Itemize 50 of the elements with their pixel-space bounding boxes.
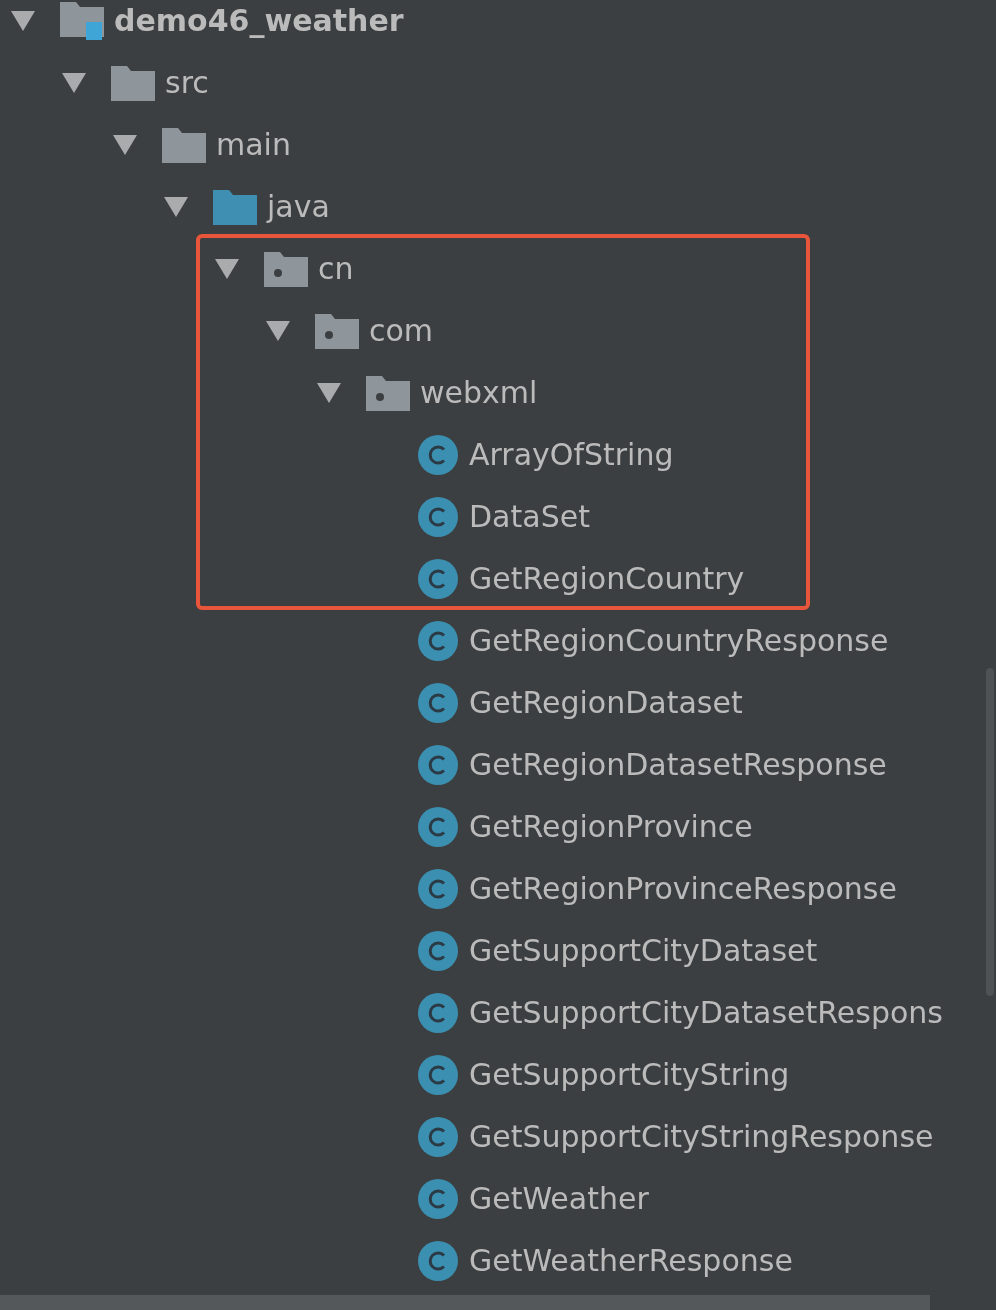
class-icon xyxy=(417,434,459,476)
tree-item[interactable]: ArrayOfString xyxy=(469,437,674,473)
tree-item[interactable]: GetRegionDatasetResponse xyxy=(469,747,887,783)
class-icon xyxy=(417,558,459,600)
tree-item[interactable]: GetSupportCityString xyxy=(469,1057,790,1093)
tree-item[interactable]: demo46_weather xyxy=(114,3,404,39)
class-icon xyxy=(417,1178,459,1220)
collapse-arrow-icon[interactable] xyxy=(163,196,189,218)
class-icon xyxy=(417,1054,459,1096)
tree-item[interactable]: GetRegionCountry xyxy=(469,561,745,597)
tree-item[interactable]: GetSupportCityStringResponse xyxy=(469,1119,934,1155)
module-folder-icon xyxy=(60,0,104,42)
tree-item[interactable]: src xyxy=(165,65,209,101)
collapse-arrow-icon[interactable] xyxy=(265,320,291,342)
tree-item[interactable]: main xyxy=(216,127,291,163)
tree-item[interactable]: GetWeatherResponse xyxy=(469,1243,793,1279)
class-icon xyxy=(417,1116,459,1158)
horizontal-scrollbar[interactable] xyxy=(0,1295,930,1310)
tree-item[interactable]: GetRegionDataset xyxy=(469,685,743,721)
collapse-arrow-icon[interactable] xyxy=(10,10,36,32)
collapse-arrow-icon[interactable] xyxy=(61,72,87,94)
class-icon xyxy=(417,496,459,538)
package-folder-icon xyxy=(366,374,410,412)
folder-icon xyxy=(111,64,155,102)
class-icon xyxy=(417,744,459,786)
class-icon xyxy=(417,992,459,1034)
tree-item[interactable]: GetRegionProvinceResponse xyxy=(469,871,897,907)
class-icon xyxy=(417,620,459,662)
package-folder-icon xyxy=(315,312,359,350)
tree-item[interactable]: webxml xyxy=(420,375,538,411)
tree-item[interactable]: GetWeather xyxy=(469,1181,649,1217)
tree-item[interactable]: cn xyxy=(318,251,354,287)
folder-icon xyxy=(162,126,206,164)
tree-item[interactable]: GetRegionProvince xyxy=(469,809,753,845)
collapse-arrow-icon[interactable] xyxy=(214,258,240,280)
tree-item[interactable]: DataSet xyxy=(469,499,590,535)
tree-item[interactable]: com xyxy=(369,313,434,349)
collapse-arrow-icon[interactable] xyxy=(112,134,138,156)
collapse-arrow-icon[interactable] xyxy=(316,382,342,404)
class-icon xyxy=(417,682,459,724)
class-icon xyxy=(417,930,459,972)
tree-item[interactable]: java xyxy=(267,189,330,225)
class-icon xyxy=(417,806,459,848)
package-folder-icon xyxy=(264,250,308,288)
tree-item[interactable]: GetRegionCountryResponse xyxy=(469,623,889,659)
folder-icon xyxy=(213,188,257,226)
class-icon xyxy=(417,868,459,910)
tree-item[interactable]: GetSupportCityDataset xyxy=(469,933,818,969)
class-icon xyxy=(417,1240,459,1282)
tree-item[interactable]: GetSupportCityDatasetRespons xyxy=(469,995,943,1031)
